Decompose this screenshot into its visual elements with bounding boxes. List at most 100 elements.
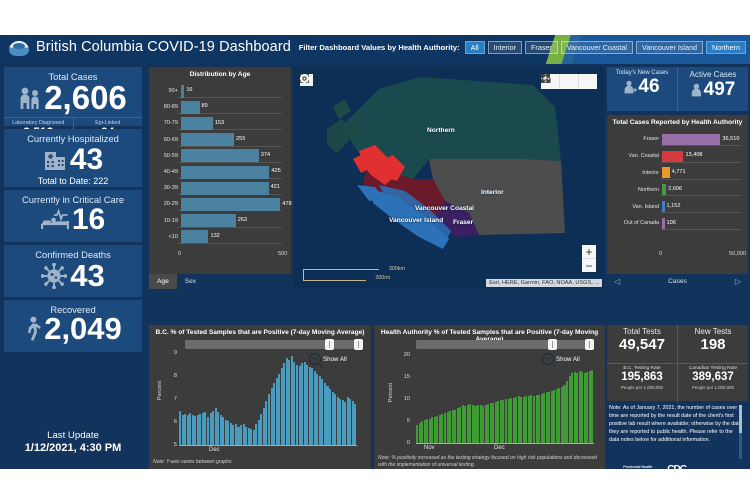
filter-all[interactable]: All bbox=[464, 41, 485, 55]
ha-bar bbox=[662, 217, 665, 229]
age-category-label: 70-79 bbox=[163, 120, 178, 127]
age-bar-value: 425 bbox=[271, 168, 281, 175]
people-icon bbox=[20, 87, 39, 109]
ha-bar-row: Out of Canada 106 bbox=[609, 215, 746, 232]
age-panel-tabs: Age Sex bbox=[149, 274, 291, 289]
bc-slider-left-handle[interactable] bbox=[325, 339, 334, 350]
stat-card-total-cases: Total Cases 2,606 Laboratory Diagnosed 2… bbox=[4, 67, 142, 143]
bc-health-authority-map[interactable]: Northern Interior Vancouver Coastal Vanc… bbox=[293, 67, 604, 289]
bc-chart-ylabel: Percent bbox=[157, 381, 163, 401]
hospitalized-title: Currently Hospitalized bbox=[27, 133, 119, 144]
age-bar-row: 90+ 16 bbox=[152, 83, 288, 99]
map-label-fraser: Fraser bbox=[453, 219, 474, 226]
ha-bar bbox=[662, 150, 684, 162]
stat-new-cases: Today's New Cases 46 bbox=[607, 67, 677, 111]
timeseries-y-tick: 9 bbox=[173, 350, 177, 356]
stat-card-deaths: Confirmed Deaths 43 bbox=[4, 245, 142, 297]
bc-chart-title: B.C. % of Tested Samples that are Positi… bbox=[155, 329, 365, 336]
person-icon bbox=[691, 83, 701, 96]
bccdc-mark-icon: CDC bbox=[667, 464, 742, 469]
age-bar-row: 70-79 153 bbox=[152, 115, 288, 131]
expand-icon[interactable] bbox=[300, 74, 313, 86]
ha-bar-value: 36,510 bbox=[722, 135, 740, 142]
filter-vancouver-island[interactable]: Vancouver Island bbox=[636, 41, 704, 55]
tests-panel: Total Tests 49,547 New Tests 198 B.C. Te… bbox=[607, 325, 748, 402]
note-scrollbar[interactable] bbox=[739, 405, 742, 459]
timeseries-axis-line bbox=[179, 445, 357, 446]
age-bar-row: 60-69 255 bbox=[152, 132, 288, 148]
ha-chart-axis-label: Cases bbox=[668, 278, 687, 285]
map-scale-bar: 300km 200mi bbox=[303, 266, 405, 281]
filter-northern[interactable]: Northern bbox=[706, 41, 746, 55]
tab-sex[interactable]: Sex bbox=[177, 274, 204, 289]
timeseries-x-tick: Nov bbox=[424, 445, 435, 451]
bc-chart-time-slider[interactable] bbox=[185, 339, 363, 350]
basemap-gallery-icon[interactable] bbox=[541, 74, 597, 89]
hospitalized-value: 43 bbox=[69, 143, 104, 176]
timeseries-y-tick: 7 bbox=[173, 396, 177, 402]
age-chart-title: Distribution by Age bbox=[189, 71, 251, 78]
page-title: British Columbia COVID-19 Dashboard bbox=[36, 39, 291, 55]
stat-card-recovered: Recovered 2,049 bbox=[4, 300, 142, 352]
walking-person-icon bbox=[28, 316, 41, 341]
ha-bar-track: 36,510 bbox=[662, 133, 746, 145]
hospitalized-total-to-date: Total to Date: 222 bbox=[37, 176, 109, 186]
zoom-out-button[interactable]: − bbox=[582, 258, 596, 272]
ha-bar-value: 2,606 bbox=[668, 186, 683, 193]
age-bar bbox=[181, 149, 259, 163]
total-tests-value: 49,547 bbox=[619, 336, 665, 353]
ha-bar-value: 106 bbox=[666, 219, 676, 226]
total-cases-by-health-authority-panel: Total Cases Reported by Health Authority… bbox=[607, 115, 748, 289]
age-bar-track: 132 bbox=[181, 230, 288, 244]
tab-age[interactable]: Age bbox=[149, 274, 177, 289]
hapos-slider-left-handle[interactable] bbox=[548, 339, 557, 350]
canadian-testing-rate-value: 389,637 bbox=[692, 371, 734, 383]
ha-bar-row: Fraser 36,510 bbox=[609, 131, 746, 148]
home-icon[interactable] bbox=[541, 74, 578, 89]
total-tests-label: Total Tests bbox=[623, 327, 661, 336]
hapos-slider-right-handle[interactable] bbox=[585, 339, 594, 350]
new-cases-value: 46 bbox=[638, 76, 660, 97]
timeseries-y-tick: 0 bbox=[406, 440, 410, 446]
bc-testing-rate-stat: B.C. Testing Rate 195,863 People per 1,0… bbox=[607, 364, 677, 402]
hapos-chart-note: Note: % positivity increased as the test… bbox=[378, 455, 598, 468]
age-bar-value: 89 bbox=[201, 103, 208, 110]
health-authority-filter: Filter Dashboard Values by Health Author… bbox=[299, 41, 746, 55]
ha-x-tick: 50,000 bbox=[729, 251, 747, 257]
age-bar-track: 153 bbox=[181, 116, 288, 130]
map-attribution: Esri, HERE, Garmin, FAO, NOAA, USGS, ... bbox=[486, 279, 602, 287]
right-top-stats: Today's New Cases 46 Active Cases 497 bbox=[607, 67, 748, 111]
zoom-in-button[interactable]: + bbox=[582, 245, 596, 258]
hapos-chart-time-slider[interactable] bbox=[416, 339, 594, 350]
bc-testing-rate-value: 195,863 bbox=[621, 371, 663, 383]
timeseries-x-tick: Dec bbox=[494, 445, 505, 451]
recovered-value: 2,049 bbox=[44, 311, 122, 346]
ha-chart-x-axis: 0 50,000 bbox=[657, 251, 747, 261]
filter-fraser[interactable]: Fraser bbox=[525, 41, 558, 55]
dashboard-screenshot: British Columbia COVID-19 Dashboard Filt… bbox=[0, 0, 750, 504]
age-bar-track: 89 bbox=[181, 100, 288, 114]
age-bar bbox=[181, 100, 200, 114]
distribution-by-age-panel: Distribution by Age 90+ 16 80-89 89 70-79 153… bbox=[149, 67, 292, 289]
map-toolbar[interactable] bbox=[541, 74, 597, 89]
ha-positivity-panel: Health Authority % of Tested Samples tha… bbox=[374, 325, 605, 469]
timeseries-y-tick: 5 bbox=[406, 418, 410, 424]
stat-active-cases: Active Cases 497 bbox=[677, 67, 748, 111]
chevron-right-icon[interactable]: ▷ bbox=[735, 277, 741, 286]
stat-card-hospitalized: Currently Hospitalized 43 Total to Date:… bbox=[4, 129, 142, 187]
ha-bar-value: 4,771 bbox=[671, 169, 686, 176]
timeseries-bar bbox=[591, 369, 594, 443]
ha-bar-row: Northern 2,606 bbox=[609, 181, 746, 198]
hapos-chart-bars bbox=[416, 355, 594, 444]
bc-slider-right-handle[interactable] bbox=[354, 339, 363, 350]
age-bar bbox=[181, 116, 213, 130]
ha-bar-track: 106 bbox=[662, 217, 746, 229]
map-zoom-controls[interactable]: + − bbox=[582, 245, 596, 272]
ha-category-label: Van. Island bbox=[632, 203, 659, 210]
chevron-left-icon[interactable]: ◁ bbox=[614, 277, 620, 286]
filter-interior[interactable]: Interior bbox=[487, 41, 523, 55]
age-bar-row: 30-39 421 bbox=[152, 180, 288, 196]
filter-vancouver-coastal[interactable]: Vancouver Coastal bbox=[560, 41, 634, 55]
timeseries-y-tick: 6 bbox=[173, 419, 177, 425]
hapos-chart-ylabel: Percent bbox=[388, 383, 394, 403]
